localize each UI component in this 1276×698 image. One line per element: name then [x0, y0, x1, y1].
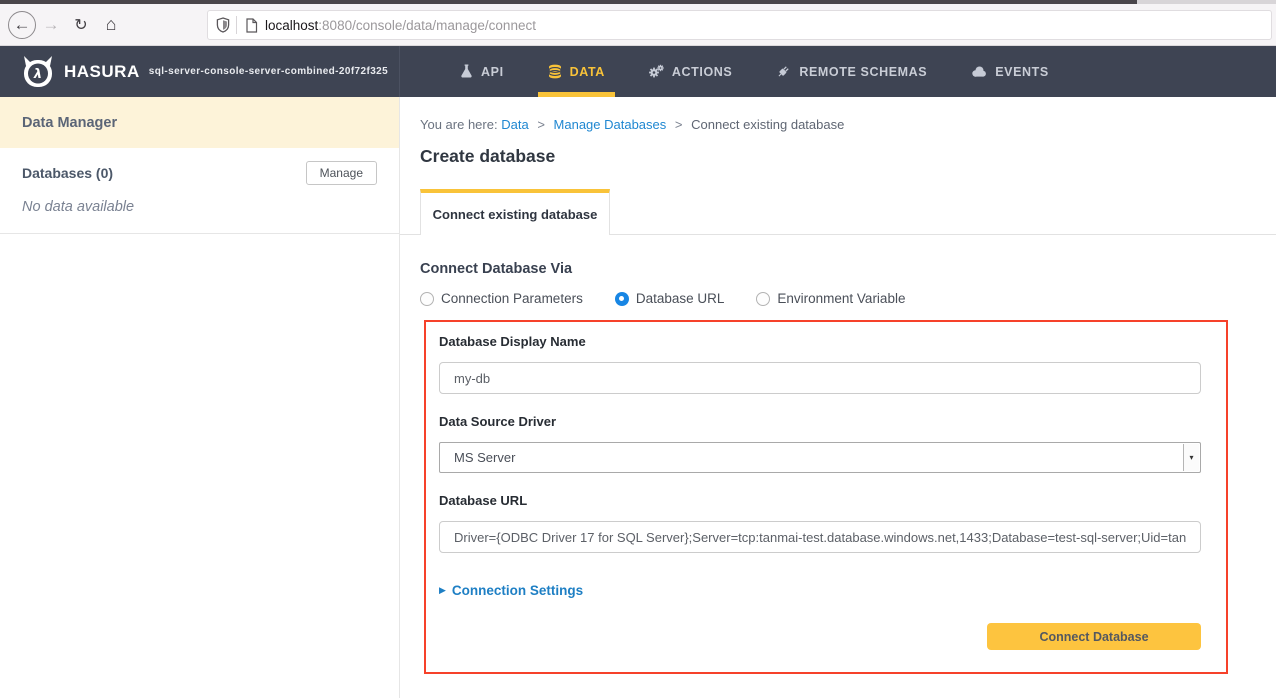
connection-settings-label: Connection Settings	[452, 583, 583, 598]
nav-item-api[interactable]: API	[438, 46, 526, 97]
url-bar[interactable]: localhost:8080/console/data/manage/conne…	[207, 10, 1272, 40]
radio-label: Database URL	[636, 291, 725, 306]
nav-item-label: REMOTE SCHEMAS	[799, 65, 927, 79]
flask-icon	[460, 64, 473, 79]
database-url-label: Database URL	[439, 493, 1201, 508]
sidebar: Data Manager Databases (0) Manage No dat…	[0, 97, 400, 698]
url-text[interactable]: localhost:8080/console/data/manage/conne…	[265, 18, 536, 33]
breadcrumb-link-data[interactable]: Data	[501, 117, 528, 132]
brand-section: λ HASURA sql-server-console-server-combi…	[0, 46, 400, 97]
url-bar-divider	[236, 16, 237, 34]
databases-count-label: Databases (0)	[22, 165, 113, 181]
radio-icon[interactable]	[420, 292, 434, 306]
nav-item-events[interactable]: EVENTS	[949, 46, 1071, 97]
breadcrumb-prefix: You are here:	[420, 117, 498, 132]
driver-label: Data Source Driver	[439, 414, 1201, 429]
home-button[interactable]: ⌂	[96, 10, 126, 40]
connect-database-button[interactable]: Connect Database	[987, 623, 1201, 650]
reload-button[interactable]: ↻	[66, 10, 96, 40]
radio-label: Connection Parameters	[441, 291, 583, 306]
no-data-text: No data available	[22, 199, 377, 215]
sidebar-title: Data Manager	[0, 97, 399, 148]
breadcrumb-current: Connect existing database	[691, 117, 844, 132]
nav-item-label: EVENTS	[995, 65, 1049, 79]
shield-icon[interactable]	[216, 17, 230, 33]
url-path: :8080/console/data/manage/connect	[318, 18, 536, 33]
brand-name: HASURA	[64, 62, 140, 82]
page-title: Create database	[420, 146, 1276, 167]
main-content: You are here: Data > Manage Databases > …	[400, 97, 1276, 698]
connection-settings-toggle[interactable]: ▶ Connection Settings	[439, 583, 1201, 598]
chevron-down-icon[interactable]: ▾	[1183, 444, 1199, 471]
display-name-input[interactable]	[439, 362, 1201, 394]
display-name-label: Database Display Name	[439, 334, 1201, 349]
nav-item-actions[interactable]: ACTIONS	[627, 46, 754, 97]
breadcrumb-link-manage-databases[interactable]: Manage Databases	[554, 117, 667, 132]
connect-via-heading: Connect Database Via	[420, 261, 1276, 277]
radio-checked-icon[interactable]	[615, 292, 629, 306]
nav-item-label: API	[481, 65, 504, 79]
nav-item-remote-schemas[interactable]: REMOTE SCHEMAS	[754, 46, 949, 97]
radio-database-url[interactable]: Database URL	[615, 291, 725, 306]
hasura-logo-icon[interactable]: λ	[20, 56, 56, 88]
database-icon	[548, 64, 562, 79]
forward-button[interactable]: →	[36, 10, 66, 40]
url-host: localhost	[265, 18, 318, 33]
radio-icon[interactable]	[756, 292, 770, 306]
tabs-row: Connect existing database	[400, 189, 1276, 235]
page-icon[interactable]	[245, 18, 258, 33]
driver-select[interactable]: MS Server ▾	[439, 442, 1201, 473]
radio-environment-variable[interactable]: Environment Variable	[756, 291, 905, 306]
server-version-label: sql-server-console-server-combined-20f72…	[149, 66, 388, 77]
breadcrumb: You are here: Data > Manage Databases > …	[420, 117, 1276, 132]
nav-item-label: DATA	[570, 65, 605, 79]
radio-connection-parameters[interactable]: Connection Parameters	[420, 291, 583, 306]
annotation-highlight-box: Database Display Name Data Source Driver…	[424, 320, 1228, 674]
app-header: λ HASURA sql-server-console-server-combi…	[0, 46, 1276, 97]
nav-item-data[interactable]: DATA	[526, 46, 627, 97]
breadcrumb-separator: >	[675, 117, 683, 132]
manage-button[interactable]: Manage	[306, 161, 377, 185]
tab-connect-existing-database[interactable]: Connect existing database	[420, 189, 610, 235]
plug-icon	[776, 64, 791, 79]
disclosure-triangle-icon: ▶	[439, 585, 446, 596]
top-nav: API DATA	[438, 46, 1071, 97]
connect-via-options: Connection Parameters Database URL Envir…	[420, 291, 1276, 306]
gears-icon	[649, 64, 664, 79]
breadcrumb-separator: >	[537, 117, 545, 132]
nav-item-label: ACTIONS	[672, 65, 732, 79]
back-button[interactable]: ←	[8, 11, 36, 39]
radio-label: Environment Variable	[777, 291, 905, 306]
cloud-icon	[971, 65, 987, 78]
driver-selected-value: MS Server	[454, 450, 515, 465]
browser-toolbar: ← → ↻ ⌂ localhost:8080/console/data/mana…	[0, 4, 1276, 46]
svg-text:λ: λ	[33, 67, 42, 82]
sidebar-databases-section: Databases (0) Manage No data available	[0, 148, 399, 234]
database-url-input[interactable]	[439, 521, 1201, 553]
